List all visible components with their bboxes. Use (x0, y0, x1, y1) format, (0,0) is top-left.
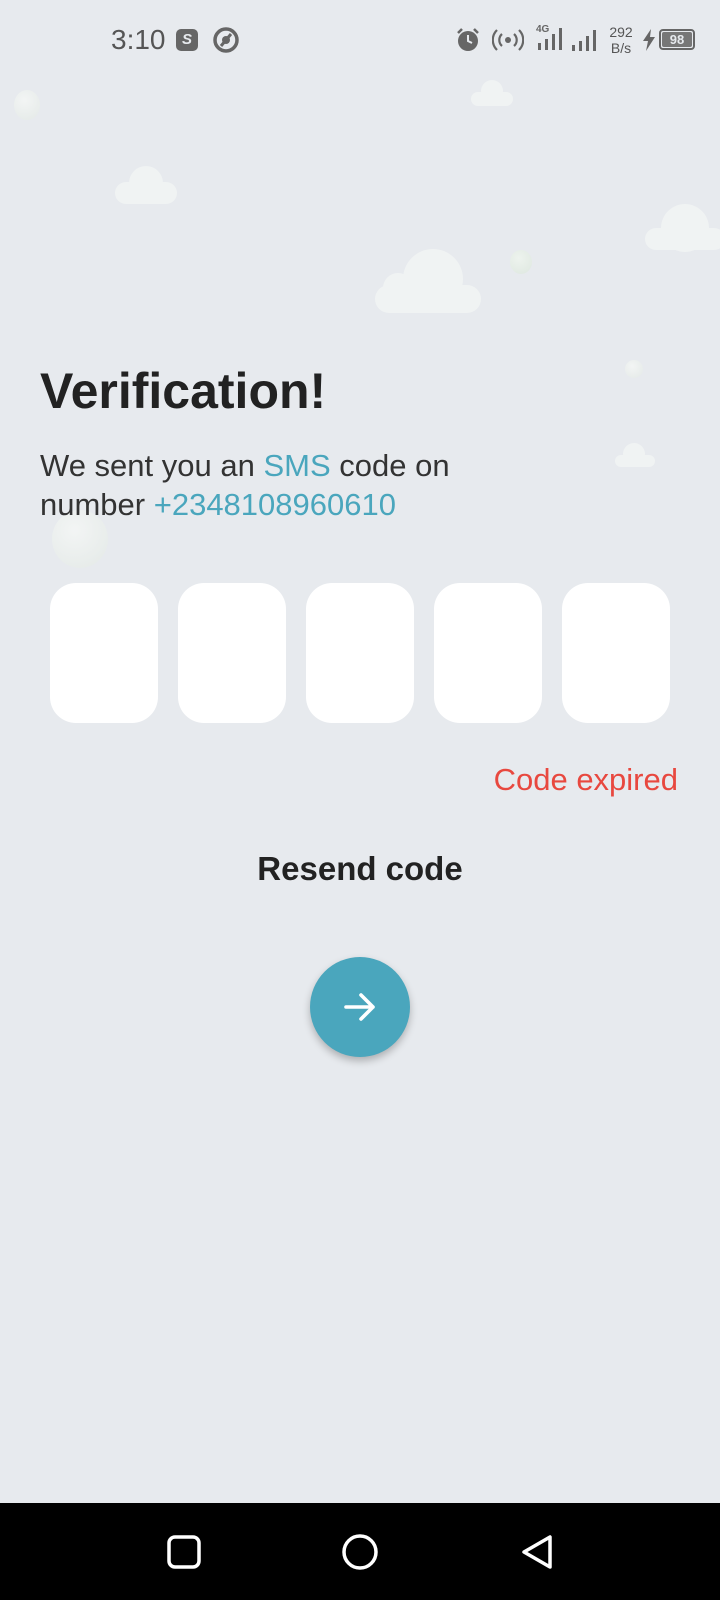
otp-digit-4[interactable] (434, 583, 542, 723)
cloud-decoration (115, 166, 177, 204)
status-bar: 3:10 S 4G 292 B/s 98 (0, 0, 720, 80)
verification-screen: 3:10 S 4G 292 B/s 98 Verification! We se… (0, 0, 720, 1600)
submit-next-button[interactable] (310, 957, 410, 1057)
battery-level: 98 (662, 32, 692, 47)
app-s-icon: S (176, 29, 198, 51)
arrow-right-icon (344, 993, 375, 1021)
signal-4g-icon: 4G (536, 24, 562, 50)
otp-digit-2[interactable] (178, 583, 286, 723)
battery-icon: 98 (659, 29, 695, 50)
code-expired-message: Code expired (493, 762, 678, 797)
svg-text:4G: 4G (536, 24, 550, 35)
otp-digit-1[interactable] (50, 583, 158, 723)
cloud-decoration (471, 80, 513, 106)
charging-bolt-icon (643, 29, 655, 51)
sms-highlight: SMS (263, 448, 331, 483)
square-recents-icon[interactable] (163, 1531, 205, 1573)
otp-code-input (50, 583, 670, 723)
resend-code-button[interactable]: Resend code (0, 850, 720, 888)
signal-icon (572, 30, 596, 51)
bubble-decoration (14, 90, 40, 120)
page-title: Verification! (40, 363, 327, 419)
otp-digit-3[interactable] (306, 583, 414, 723)
hotspot-icon (492, 29, 524, 51)
phone-number: +2348108960610 (153, 487, 396, 522)
cloud-decoration (615, 443, 655, 467)
alarm-icon (457, 28, 479, 51)
otp-digit-5[interactable] (562, 583, 670, 723)
system-nav-bar (0, 1503, 720, 1600)
bubble-decoration (625, 360, 643, 378)
net-speed-value: 292 (609, 24, 633, 40)
subtitle-prefix: We sent you an (40, 448, 264, 483)
circle-home-icon[interactable] (339, 1531, 381, 1573)
status-time: 3:10 (111, 24, 166, 55)
net-speed-unit: B/s (610, 40, 632, 56)
triangle-back-icon[interactable] (516, 1531, 558, 1573)
net-speed: 292 B/s (604, 24, 638, 56)
cloud-decoration (375, 249, 481, 313)
bubble-decoration (510, 250, 532, 274)
verification-subtitle: We sent you an SMS code on number +23481… (40, 446, 540, 524)
vpn-icon (213, 27, 239, 53)
cloud-decoration (645, 204, 720, 252)
